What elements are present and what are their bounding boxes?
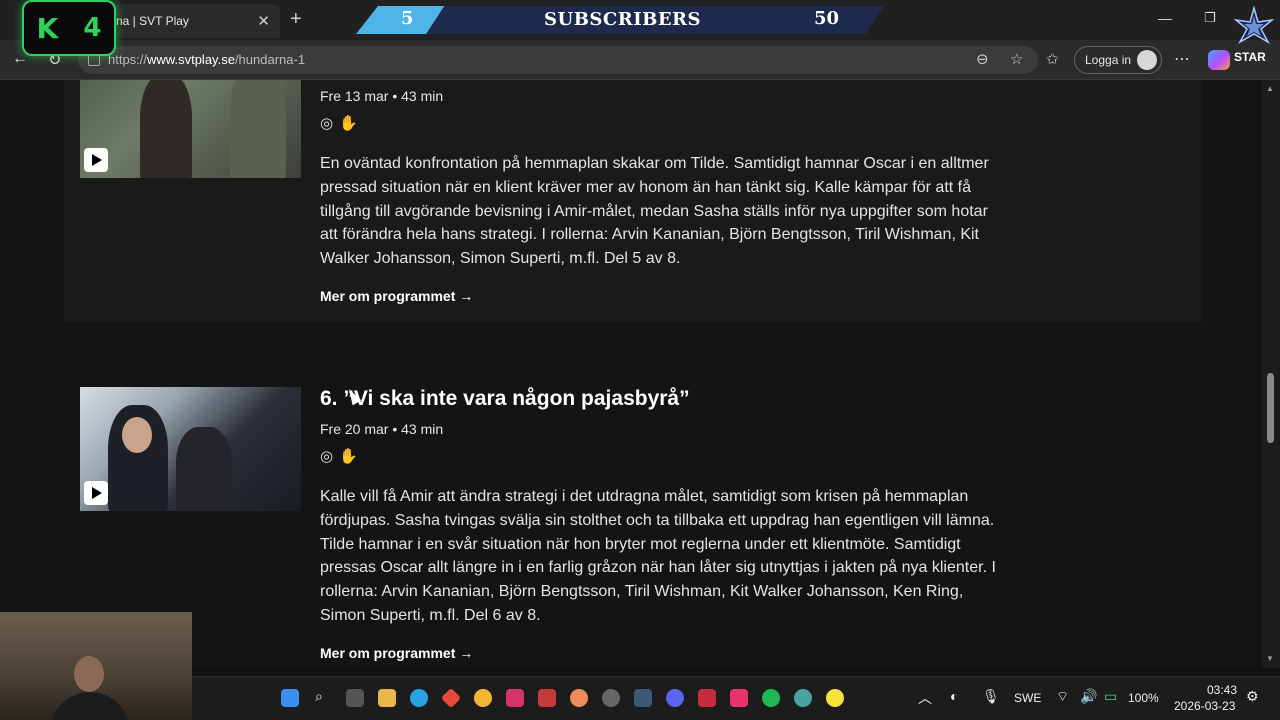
star-logo-icon: [1234, 6, 1274, 44]
more-options-icon[interactable]: ⋯: [1174, 49, 1190, 69]
scroll-down-icon[interactable]: ▼: [1266, 654, 1274, 663]
star-logo-text: STAR: [1234, 50, 1266, 64]
episode-5-description: En oväntad konfrontation på hemmaplan sk…: [320, 155, 989, 268]
address-bar[interactable]: https://www.svtplay.se/hundarna-1: [78, 46, 1038, 74]
steam-icon[interactable]: [634, 689, 652, 707]
url-text[interactable]: https://www.svtplay.se/hundarna-1: [108, 52, 305, 67]
clock-date[interactable]: 2026-03-23: [1174, 699, 1235, 713]
edge-icon[interactable]: [410, 689, 428, 707]
scroll-up-icon[interactable]: ▲: [1266, 84, 1274, 93]
login-button[interactable]: Logga in: [1074, 46, 1162, 74]
app-red-icon[interactable]: [440, 687, 462, 709]
episode-6-title[interactable]: 6. ”Vi ska inte vara någon pajasbyrå”: [320, 387, 690, 411]
scroll-thumb[interactable]: [1267, 373, 1274, 443]
app-orange-icon[interactable]: [570, 689, 588, 707]
snapchat-icon[interactable]: [826, 689, 844, 707]
minimize-icon[interactable]: —: [1158, 10, 1172, 26]
kick-count: 4: [83, 13, 102, 43]
kick-logo: K: [36, 11, 59, 45]
kick-badge: K 4: [22, 0, 116, 56]
browser-tab[interactable]: na | SVT Play ✕: [100, 4, 280, 38]
language-indicator[interactable]: SWE: [1014, 691, 1041, 705]
tray-app-icon[interactable]: ◐: [950, 688, 958, 704]
avatar-icon: [1137, 50, 1157, 70]
accessibility-icons: ◎✋: [320, 114, 364, 132]
chevron-up-icon[interactable]: ︿: [918, 688, 932, 708]
clock-time[interactable]: 03:43: [1207, 683, 1237, 697]
app-a-icon[interactable]: [506, 689, 524, 707]
sign-language-icon: ✋: [339, 448, 364, 465]
episode-6-description: Kalle vill få Amir att ändra strategi i …: [320, 488, 996, 624]
app-shield-icon[interactable]: [538, 689, 556, 707]
chrome-icon[interactable]: [474, 689, 492, 707]
accessibility-icons: ◎✋: [320, 447, 364, 465]
app-globe-icon[interactable]: [794, 689, 812, 707]
login-label: Logga in: [1085, 53, 1132, 67]
reading-mode-icon[interactable]: ⊖: [976, 50, 989, 68]
search-icon[interactable]: ⌕: [315, 688, 323, 705]
discord-icon[interactable]: [666, 689, 684, 707]
task-view-icon[interactable]: [346, 689, 364, 707]
copilot-icon[interactable]: [1208, 50, 1230, 70]
streamer-body: [50, 692, 130, 720]
favorites-icon[interactable]: ✩: [1046, 50, 1059, 68]
audio-description-icon: ◎: [320, 448, 340, 465]
sign-language-icon: ✋: [339, 115, 364, 132]
app-tf-icon[interactable]: [698, 689, 716, 707]
tab-close-icon[interactable]: ✕: [257, 12, 270, 30]
audio-description-icon: ◎: [320, 115, 340, 132]
battery-percent: 100%: [1128, 691, 1159, 705]
episode-6-meta: Fre 20 mar • 43 min: [320, 421, 444, 437]
favorite-star-icon[interactable]: ☆: [1010, 50, 1023, 68]
tiktok-icon[interactable]: [730, 689, 748, 707]
subscribers-title: SUBSCRIBERS: [544, 9, 702, 30]
episode-5-more-link[interactable]: Mer om programmet →: [320, 288, 473, 304]
episode-5-thumbnail[interactable]: [80, 80, 301, 178]
new-tab-icon[interactable]: +: [290, 8, 302, 30]
tab-title: na | SVT Play: [116, 14, 189, 28]
subscribers-current: 5: [401, 8, 414, 29]
page-scrollbar[interactable]: ▲ ▼: [1262, 80, 1280, 668]
episode-6-more-link[interactable]: Mer om programmet →: [320, 645, 473, 661]
spotify-icon[interactable]: [762, 689, 780, 707]
subscribers-banner: 5 SUBSCRIBERS 50: [356, 6, 884, 34]
play-icon[interactable]: [84, 481, 108, 505]
streamer-head: [74, 656, 104, 692]
app-gear-icon[interactable]: [602, 689, 620, 707]
file-explorer-icon[interactable]: [378, 689, 396, 707]
subscribers-goal: 50: [814, 8, 840, 29]
wifi-icon[interactable]: ⌔: [1056, 688, 1069, 706]
microphone-icon[interactable]: 🎙: [982, 688, 1000, 705]
notifications-icon[interactable]: ⚙: [1246, 688, 1259, 705]
webcam-overlay: [0, 612, 192, 720]
svtplay-page: Fre 13 mar • 43 min ◎✋ En oväntad konfro…: [0, 80, 1262, 668]
restore-icon[interactable]: ❐: [1204, 10, 1216, 26]
start-icon[interactable]: [281, 689, 299, 707]
windows-taskbar: ⌕ ︿ ◐ 🎙 SWE ⌔ 🔊 ▭ 100% 03:43 2026-03-23 …: [0, 676, 1280, 720]
battery-icon[interactable]: ▭: [1104, 688, 1117, 705]
play-icon[interactable]: [84, 148, 108, 172]
episode-6-thumbnail[interactable]: [80, 387, 301, 511]
episode-5-meta: Fre 13 mar • 43 min: [320, 88, 444, 104]
address-toolbar: ← ↻ https://www.svtplay.se/hundarna-1 ⊖ …: [0, 40, 1280, 80]
volume-icon[interactable]: 🔊: [1080, 688, 1097, 705]
